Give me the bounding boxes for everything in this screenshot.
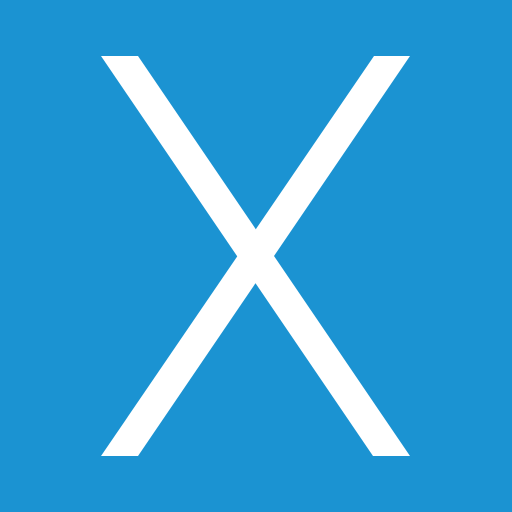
x-letter-icon — [101, 56, 410, 456]
app-icon-tile — [0, 0, 512, 512]
